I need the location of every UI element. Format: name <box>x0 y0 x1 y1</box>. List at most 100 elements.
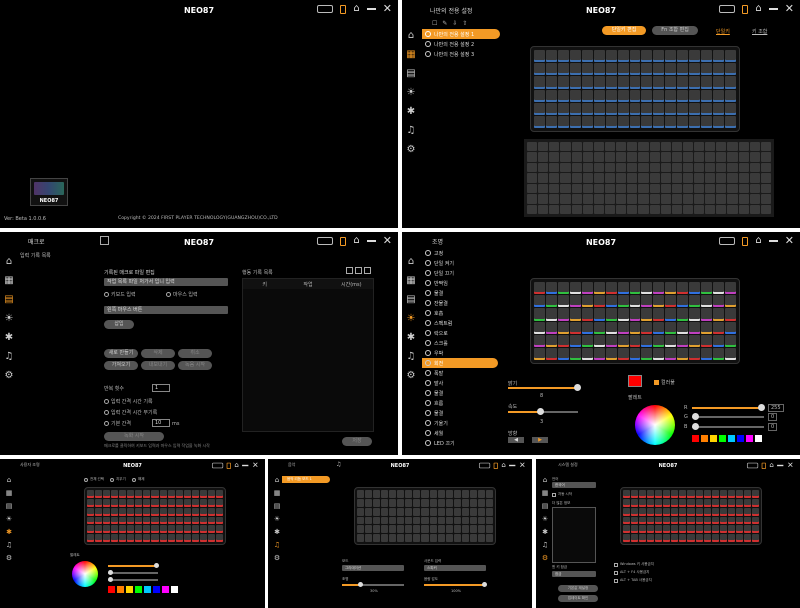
effect-item[interactable]: 세월 <box>422 428 498 438</box>
key-cap[interactable] <box>469 516 477 525</box>
key-cap[interactable] <box>365 498 373 507</box>
key-cap[interactable] <box>713 76 725 89</box>
key-cap[interactable] <box>705 142 716 152</box>
key-cap[interactable] <box>477 516 485 525</box>
macro-nav-icon[interactable]: ▤ <box>0 499 18 512</box>
key-cap[interactable] <box>549 183 560 194</box>
key-cap[interactable] <box>665 334 677 347</box>
key-cap[interactable] <box>653 295 665 308</box>
key-cap[interactable] <box>689 76 701 89</box>
key-cap[interactable] <box>593 173 604 183</box>
key-cap[interactable] <box>183 498 191 507</box>
effect-item[interactable]: 호흡 <box>422 308 498 318</box>
export-icon[interactable]: ⇧ <box>462 20 467 27</box>
key-cap[interactable] <box>413 507 421 516</box>
key-cap[interactable] <box>357 490 365 498</box>
key-cap[interactable] <box>167 490 175 498</box>
key-cap[interactable] <box>725 321 736 334</box>
key-cap[interactable] <box>716 173 727 183</box>
key-cap[interactable] <box>373 525 381 534</box>
release-option[interactable]: 해제 <box>132 477 144 482</box>
key-cap[interactable] <box>631 534 639 542</box>
color-swatch[interactable] <box>719 435 726 442</box>
option-record-interval[interactable]: 입력 간격 시간 기록 <box>104 398 153 405</box>
key-cap[interactable] <box>87 498 95 507</box>
key-cap[interactable] <box>538 183 549 194</box>
color-swatch[interactable] <box>710 435 717 442</box>
key-cap[interactable] <box>629 76 641 89</box>
key-cap[interactable] <box>215 507 223 516</box>
key-cap[interactable] <box>671 183 682 194</box>
key-cap[interactable] <box>191 525 199 534</box>
key-cap[interactable] <box>713 115 725 128</box>
key-cap[interactable] <box>413 490 421 498</box>
key-cap[interactable] <box>641 50 653 63</box>
key-cap[interactable] <box>215 534 223 542</box>
key-cap[interactable] <box>397 525 405 534</box>
key-cap[interactable] <box>711 516 719 525</box>
key-cap[interactable] <box>701 321 713 334</box>
key-cap[interactable] <box>557 308 569 321</box>
key-cap[interactable] <box>641 115 653 128</box>
key-cap[interactable] <box>713 282 725 295</box>
key-cap[interactable] <box>127 490 135 498</box>
key-cap[interactable] <box>534 295 545 308</box>
key-cap[interactable] <box>616 173 627 183</box>
profile-item[interactable]: 나만의 전용 설정 3 <box>422 49 500 59</box>
key-cap[interactable] <box>557 76 569 89</box>
key-cap[interactable] <box>627 152 638 162</box>
color-swatch[interactable] <box>171 586 178 593</box>
key-cap[interactable] <box>760 162 771 173</box>
sensitivity-slider[interactable] <box>424 582 487 587</box>
gear-nav-icon[interactable]: ⚙ <box>402 140 420 159</box>
effect-item[interactable]: 단일 끄기 <box>422 268 498 278</box>
effect-item[interactable]: 회전 <box>422 358 498 368</box>
key-cap[interactable] <box>629 308 641 321</box>
key-cap[interactable] <box>485 534 493 542</box>
current-color-swatch[interactable] <box>628 375 642 387</box>
key-cap[interactable] <box>397 498 405 507</box>
key-cap[interactable] <box>159 490 167 498</box>
key-cap[interactable] <box>617 76 629 89</box>
key-cap[interactable] <box>545 50 557 63</box>
key-cap[interactable] <box>95 516 103 525</box>
effect-item[interactable]: LED 끄기 <box>422 438 498 448</box>
key-cap[interactable] <box>581 76 593 89</box>
key-cap[interactable] <box>713 321 725 334</box>
key-cap[interactable] <box>711 498 719 507</box>
key-cap[interactable] <box>679 534 687 542</box>
key-cap[interactable] <box>199 490 207 498</box>
key-cap[interactable] <box>429 498 437 507</box>
key-cap[interactable] <box>571 173 582 183</box>
key-cap[interactable] <box>545 76 557 89</box>
key-cap[interactable] <box>527 204 538 214</box>
key-cap[interactable] <box>639 490 647 498</box>
key-cap[interactable] <box>127 516 135 525</box>
key-cap[interactable] <box>445 516 453 525</box>
key-cap[interactable] <box>735 490 743 498</box>
key-cap[interactable] <box>582 142 593 152</box>
key-cap[interactable] <box>581 63 593 76</box>
key-cap[interactable] <box>705 162 716 173</box>
link-key-combo[interactable]: 키 조합 <box>752 28 767 35</box>
light-nav-icon[interactable]: ☀ <box>268 512 286 525</box>
key-cap[interactable] <box>135 525 143 534</box>
key-cap[interactable] <box>135 490 143 498</box>
key-cap[interactable] <box>631 516 639 525</box>
key-cap[interactable] <box>527 152 538 162</box>
key-cap[interactable] <box>199 507 207 516</box>
key-cap[interactable] <box>629 334 641 347</box>
delete-button[interactable]: 삭제 <box>141 349 175 358</box>
key-cap[interactable] <box>727 173 738 183</box>
macro-nav-icon[interactable]: ▤ <box>402 64 420 83</box>
key-cap[interactable] <box>735 498 743 507</box>
key-cap[interactable] <box>87 534 95 542</box>
key-cap[interactable] <box>649 204 660 214</box>
key-cap[interactable] <box>582 194 593 204</box>
key-cap[interactable] <box>373 490 381 498</box>
key-cap[interactable] <box>711 490 719 498</box>
lock-icon[interactable] <box>762 462 767 469</box>
key-cap[interactable] <box>469 498 477 507</box>
key-cap[interactable] <box>682 183 694 194</box>
mouse-button-select[interactable]: 왼쪽 마우스 버튼 <box>104 306 228 314</box>
